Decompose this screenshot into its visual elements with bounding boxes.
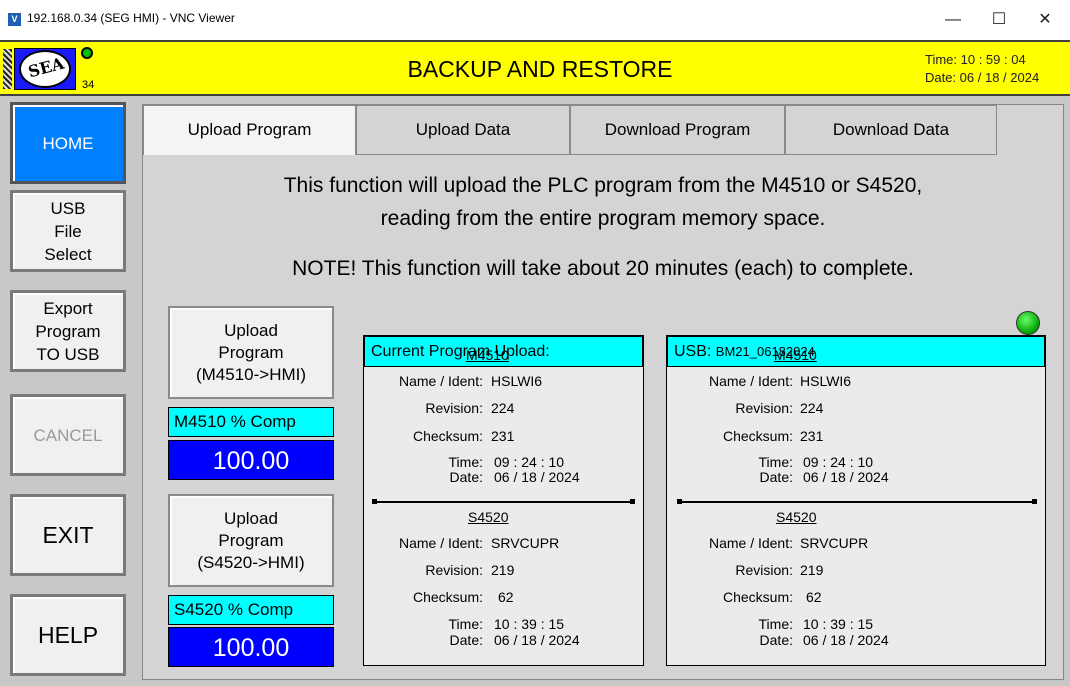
tab-upload-data[interactable]: Upload Data bbox=[356, 105, 570, 155]
current-s4520-revision-label: Revision: bbox=[425, 562, 483, 578]
minimize-button[interactable]: — bbox=[930, 0, 976, 40]
current-s4520-checksum: 62 bbox=[498, 589, 514, 605]
current-m4510-name-label: Name / Ident: bbox=[398, 373, 483, 389]
usb-m4510-date-label: Date: bbox=[759, 469, 793, 485]
close-button[interactable]: ✕ bbox=[1022, 0, 1068, 40]
usb-s4520-date: 06 / 18 / 2024 bbox=[803, 632, 889, 648]
current-m4510-time: 09 : 24 : 10 bbox=[494, 454, 565, 470]
usb-m4510-revision-label: Revision: bbox=[735, 400, 793, 416]
maximize-button[interactable]: ☐ bbox=[976, 0, 1022, 40]
export-program-button[interactable]: Export Program TO USB bbox=[10, 290, 126, 372]
current-s4520-name: SRVCUPR bbox=[491, 535, 560, 551]
usb-s4520-checksum: 62 bbox=[806, 589, 822, 605]
current-m4510-date-label: Date: bbox=[449, 469, 483, 485]
usb-m4510-name-label: Name / Ident: bbox=[708, 373, 793, 389]
usb-s4520-name: SRVCUPR bbox=[800, 535, 869, 551]
m4510-comp-value: 100.00 bbox=[168, 440, 334, 480]
usb-m4510-time: 09 : 24 : 10 bbox=[803, 454, 874, 470]
home-button[interactable]: HOME bbox=[10, 102, 126, 184]
vnc-app-icon: V bbox=[8, 13, 21, 26]
header-time: Time: 10 : 59 : 04 bbox=[925, 52, 1026, 67]
description-line-2: reading from the entire program memory s… bbox=[380, 207, 826, 230]
s4520-comp-value: 100.00 bbox=[168, 627, 334, 667]
usb-m4510-time-label: Time: bbox=[758, 454, 793, 470]
usb-s4520-date-label: Date: bbox=[759, 632, 793, 648]
current-m4510-checksum: 231 bbox=[491, 428, 515, 444]
header-date: Date: 06 / 18 / 2024 bbox=[925, 70, 1040, 85]
help-button[interactable]: HELP bbox=[10, 594, 126, 676]
usb-s4520-checksum-label: Checksum: bbox=[722, 589, 793, 605]
usb-m4510-name: HSLWI6 bbox=[800, 373, 852, 389]
current-m4510-revision: 224 bbox=[491, 400, 515, 416]
usb-s4520-time-label: Time: bbox=[758, 616, 793, 632]
usb-m4510-revision: 224 bbox=[800, 400, 824, 416]
tab-download-program[interactable]: Download Program bbox=[570, 105, 785, 155]
usb-m4510-checksum-label: Checksum: bbox=[722, 428, 793, 444]
current-m4510-time-label: Time: bbox=[448, 454, 483, 470]
usb-s4520-title: S4520 bbox=[776, 509, 817, 525]
description-note: NOTE! This function will take about 20 m… bbox=[292, 257, 914, 280]
usb-panel-separator bbox=[677, 499, 1037, 504]
current-s4520-revision: 219 bbox=[491, 562, 515, 578]
tab-upload-program[interactable]: Upload Program bbox=[143, 105, 356, 155]
current-m4510-revision-label: Revision: bbox=[425, 400, 483, 416]
current-s4520-name-label: Name / Ident: bbox=[398, 535, 483, 551]
usb-s4520-revision-label: Revision: bbox=[735, 562, 793, 578]
usb-m4510-title: M4510 bbox=[774, 347, 817, 363]
current-m4510-title: M4510 bbox=[466, 347, 509, 363]
s4520-comp-label: S4520 % Comp bbox=[168, 595, 334, 625]
usb-status-led bbox=[1016, 311, 1040, 335]
upload-m4510-button[interactable]: Upload Program (M4510->HMI) bbox=[168, 306, 334, 399]
current-m4510-checksum-label: Checksum: bbox=[412, 428, 483, 444]
current-s4520-time-label: Time: bbox=[448, 616, 483, 632]
tab-download-data[interactable]: Download Data bbox=[785, 105, 997, 155]
current-m4510-name: HSLWI6 bbox=[491, 373, 543, 389]
usb-m4510-checksum: 231 bbox=[800, 428, 824, 444]
m4510-comp-label: M4510 % Comp bbox=[168, 407, 334, 437]
exit-button[interactable]: EXIT bbox=[10, 494, 126, 576]
usb-m4510-date: 06 / 18 / 2024 bbox=[803, 469, 889, 485]
usb-s4520-time: 10 : 39 : 15 bbox=[803, 616, 874, 632]
usb-s4520-name-label: Name / Ident: bbox=[708, 535, 793, 551]
upload-s4520-button[interactable]: Upload Program (S4520->HMI) bbox=[168, 494, 334, 587]
usb-panel-header: USB: BM21_06182024 bbox=[667, 336, 1045, 367]
page-title: BACKUP AND RESTORE bbox=[407, 56, 673, 82]
usb-s4520-revision: 219 bbox=[800, 562, 824, 578]
cancel-button[interactable]: CANCEL bbox=[10, 394, 126, 476]
current-m4510-date: 06 / 18 / 2024 bbox=[494, 469, 580, 485]
current-panel-separator bbox=[372, 499, 635, 504]
current-s4520-checksum-label: Checksum: bbox=[412, 589, 483, 605]
description-line-1: This function will upload the PLC progra… bbox=[283, 174, 923, 197]
window-title: 192.168.0.34 (SEG HMI) - VNC Viewer bbox=[27, 11, 235, 25]
current-s4520-title: S4520 bbox=[468, 509, 509, 525]
current-s4520-date: 06 / 18 / 2024 bbox=[494, 632, 580, 648]
usb-file-select-button[interactable]: USB File Select bbox=[10, 190, 126, 272]
current-s4520-date-label: Date: bbox=[449, 632, 483, 648]
current-s4520-time: 10 : 39 : 15 bbox=[494, 616, 565, 632]
usb-label: USB: bbox=[674, 343, 712, 360]
